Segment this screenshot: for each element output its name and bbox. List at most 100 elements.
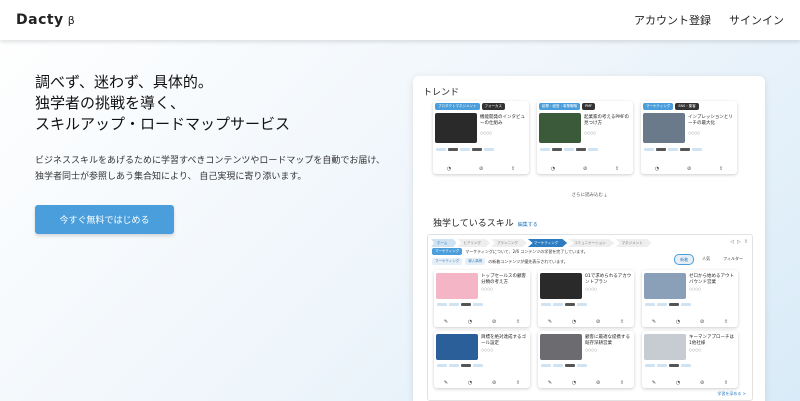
card-tags-row <box>645 303 691 306</box>
card-actions: ✎ ◔ ⊘ ⇧ <box>538 380 634 386</box>
step-item[interactable]: プランニング <box>490 239 527 247</box>
skill-card[interactable]: トップセールスの顧客分類の考え方 ○○○○ ✎ ◔ ⊘ ⇧ <box>434 270 530 327</box>
block-icon[interactable]: ⊘ <box>479 166 483 172</box>
share-icon[interactable]: ⇧ <box>719 166 723 172</box>
step-item[interactable]: マネジメント <box>615 239 652 247</box>
skill-card[interactable]: キーマンアプローチは1他社様 ○○○○ ✎ ◔ ⊘ ⇧ <box>642 331 738 388</box>
card-author: ○○○○ <box>585 287 598 291</box>
block-icon[interactable]: ⊘ <box>687 166 691 172</box>
start-free-button[interactable]: 今すぐ無料ではじめる <box>35 205 174 234</box>
step-item[interactable]: ヒアリング <box>457 239 490 247</box>
card-title: 01で求められるアカウントプラン <box>585 274 632 285</box>
bookmark-icon[interactable]: ◔ <box>572 380 576 386</box>
edit-icon[interactable]: ✎ <box>652 380 656 386</box>
status-tag: 導入事例 <box>465 258 486 265</box>
trend-card[interactable]: 起業・経営・事業戦略 PMF 起業家の考えるPMFの見つけ方 ○○○○ ◔ ⊘ ⇧ <box>537 101 633 174</box>
block-icon[interactable]: ⊘ <box>596 319 600 325</box>
card-tags-row <box>541 364 587 367</box>
edit-icon[interactable]: ✎ <box>444 380 448 386</box>
card-thumbnail <box>540 273 582 299</box>
edit-icon[interactable]: ✎ <box>444 319 448 325</box>
block-icon[interactable]: ⊘ <box>596 380 600 386</box>
signin-link[interactable]: サインイン <box>729 12 784 28</box>
block-icon[interactable]: ⊘ <box>583 166 587 172</box>
skill-card[interactable]: 01で求められるアカウントプラン ○○○○ ✎ ◔ ⊘ ⇧ <box>538 270 634 327</box>
bookmark-icon[interactable]: ◔ <box>447 166 451 172</box>
trend-card[interactable]: プロダクトマネジメント フォーカス 機能開発のインタビューの仕組み ○○○○ ◔ ⊘… <box>433 101 529 174</box>
block-icon[interactable]: ⊘ <box>492 319 496 325</box>
step-item[interactable]: コミュニケーション <box>568 239 615 247</box>
tab-filter[interactable]: フィルター <box>718 254 748 265</box>
card-actions: ◔ ⊘ ⇧ <box>433 166 529 172</box>
card-actions: ✎ ◔ ⊘ ⇧ <box>642 319 738 325</box>
step-item[interactable]: マーケティング <box>527 239 568 247</box>
deepen-learning-link[interactable]: 学習を深める > <box>717 391 746 397</box>
block-icon[interactable]: ⊘ <box>700 319 704 325</box>
share-icon[interactable]: ⇧ <box>724 380 728 386</box>
card-actions: ✎ ◔ ⊘ ⇧ <box>434 319 530 325</box>
card-actions: ✎ ◔ ⊘ ⇧ <box>538 319 634 325</box>
tab-new[interactable]: 新着 <box>674 254 695 265</box>
headline-line-3: スキルアップ・ロードマップサービス <box>35 115 291 133</box>
headline-line-2: 独学者の挑戦を導く、 <box>35 94 186 112</box>
logo[interactable]: Dacty β <box>16 12 75 28</box>
card-actions: ✎ ◔ ⊘ ⇧ <box>642 380 738 386</box>
card-title: 顧客に最適な提携する既存深耕営業 <box>585 335 630 346</box>
chevron-right-icon: > <box>742 391 746 396</box>
skill-card[interactable]: ゼロから始めるアウトバウンド営業 ○○○○ ✎ ◔ ⊘ ⇧ <box>642 270 738 327</box>
prev-icon[interactable]: ◁ <box>730 239 734 245</box>
card-tags-row <box>541 303 587 306</box>
edit-icon[interactable]: ✎ <box>652 319 656 325</box>
share-icon[interactable]: ⇧ <box>744 239 748 245</box>
card-actions: ✎ ◔ ⊘ ⇧ <box>434 380 530 386</box>
pager: ◁ ▷ ⇧ <box>730 239 748 245</box>
bookmark-icon[interactable]: ◔ <box>551 166 555 172</box>
card-tag: プロダクトマネジメント <box>435 103 480 110</box>
skill-card[interactable]: 顧客に最適な提携する既存深耕営業 ○○○○ ✎ ◔ ⊘ ⇧ <box>538 331 634 388</box>
card-thumbnail <box>436 334 478 360</box>
skills-edit-link[interactable]: 編集する <box>518 222 538 228</box>
share-icon[interactable]: ⇧ <box>724 319 728 325</box>
next-icon[interactable]: ▷ <box>737 239 741 245</box>
block-icon[interactable]: ⊘ <box>700 380 704 386</box>
trend-card[interactable]: マーケティング SNS・集客 インプレッションとリーチの最大化 ○○○○ ◔ ⊘ ⇧ <box>641 101 737 174</box>
status-text: マーケティングについて、2/6 コンテンツの学習を完了しています。 <box>465 248 588 254</box>
progress-status: マーケティング マーケティングについて、2/6 コンテンツの学習を完了しています… <box>432 248 588 255</box>
desc-line-2: 独学者同士が参照しあう集合知により、 自己実現に寄り添います。 <box>35 172 307 182</box>
bookmark-icon[interactable]: ◔ <box>676 319 680 325</box>
share-icon[interactable]: ⇧ <box>516 319 520 325</box>
edit-icon[interactable]: ✎ <box>548 380 552 386</box>
card-title: 機能開発のインタビューの仕組み <box>480 115 525 126</box>
share-icon[interactable]: ⇧ <box>615 166 619 172</box>
share-icon[interactable]: ⇧ <box>511 166 515 172</box>
share-icon[interactable]: ⇧ <box>516 380 520 386</box>
card-author: ○○○○ <box>480 131 493 135</box>
hero-section: 調べず、迷わず、具体的。 独学者の挑戦を導く、 スキルアップ・ロードマップサービ… <box>35 72 395 234</box>
read-more-label: さらに読み込む <box>571 193 604 198</box>
skill-card[interactable]: 目標を絶対達成するゴール設定 ○○○○ ✎ ◔ ⊘ ⇧ <box>434 331 530 388</box>
edit-icon[interactable]: ✎ <box>548 319 552 325</box>
skill-roadmap-steps: ホーム ヒアリング プランニング マーケティング コミュニケーション マネジメン… <box>431 239 652 247</box>
card-thumbnail <box>435 113 477 143</box>
block-icon[interactable]: ⊘ <box>492 380 496 386</box>
bookmark-icon[interactable]: ◔ <box>468 380 472 386</box>
step-item[interactable]: ホーム <box>431 239 457 247</box>
status-tag: マーケティング <box>432 248 463 255</box>
sort-tabs: 新着 人気 フィルター <box>674 254 748 265</box>
bookmark-icon[interactable]: ◔ <box>676 380 680 386</box>
tab-popular[interactable]: 人気 <box>697 254 715 265</box>
card-title: インプレッションとリーチの最大化 <box>688 115 733 126</box>
bookmark-icon[interactable]: ◔ <box>655 166 659 172</box>
bookmark-icon[interactable]: ◔ <box>468 319 472 325</box>
register-link[interactable]: アカウント登録 <box>634 12 711 28</box>
card-author: ○○○○ <box>688 131 701 135</box>
status-tag: マーケティング <box>432 258 463 265</box>
bookmark-icon[interactable]: ◔ <box>572 319 576 325</box>
card-tags-row <box>644 148 702 151</box>
card-tag: SNS・集客 <box>675 103 699 110</box>
share-icon[interactable]: ⇧ <box>620 319 624 325</box>
read-more-link[interactable]: さらに読み込む ⤓ <box>413 192 765 198</box>
card-tags-row <box>436 148 494 151</box>
share-icon[interactable]: ⇧ <box>620 380 624 386</box>
hero-headline: 調べず、迷わず、具体的。 独学者の挑戦を導く、 スキルアップ・ロードマップサービ… <box>35 72 395 135</box>
